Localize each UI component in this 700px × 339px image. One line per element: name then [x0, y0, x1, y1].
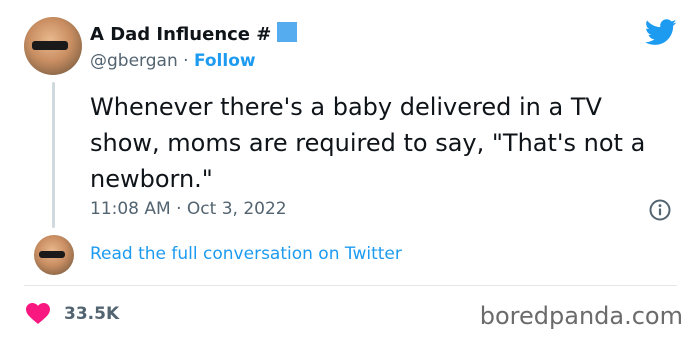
separator-dot: ·: [183, 51, 189, 71]
small-avatar: [34, 235, 74, 275]
author-handle-row: @gbergan · Follow: [90, 51, 256, 71]
read-conversation-link[interactable]: Read the full conversation on Twitter: [90, 244, 402, 264]
author-name-text: A Dad Influence #: [90, 24, 272, 45]
sunglasses-shape: [32, 41, 68, 50]
info-icon[interactable]: [649, 199, 671, 221]
tweet-timestamp[interactable]: 11:08 AM · Oct 3, 2022: [90, 199, 287, 219]
author-name[interactable]: A Dad Influence #: [90, 22, 298, 45]
twitter-bird-icon[interactable]: [645, 19, 677, 46]
thread-line: [52, 82, 55, 228]
tweet-date: Oct 3, 2022: [186, 199, 287, 219]
heart-icon[interactable]: [26, 303, 50, 324]
tweet-text: Whenever there's a baby delivered in a T…: [90, 93, 646, 193]
flag-emoji-icon: [277, 22, 298, 42]
date-separator: ·: [176, 199, 182, 219]
tweet-time: 11:08 AM: [90, 199, 171, 219]
follow-button[interactable]: Follow: [194, 51, 256, 71]
author-avatar[interactable]: [24, 17, 82, 75]
divider: [24, 285, 677, 286]
like-count[interactable]: 33.5K: [64, 304, 119, 324]
sunglasses-shape: [39, 251, 65, 258]
author-handle[interactable]: @gbergan: [90, 51, 178, 71]
boredpanda-watermark: boredpanda.com: [479, 302, 683, 330]
